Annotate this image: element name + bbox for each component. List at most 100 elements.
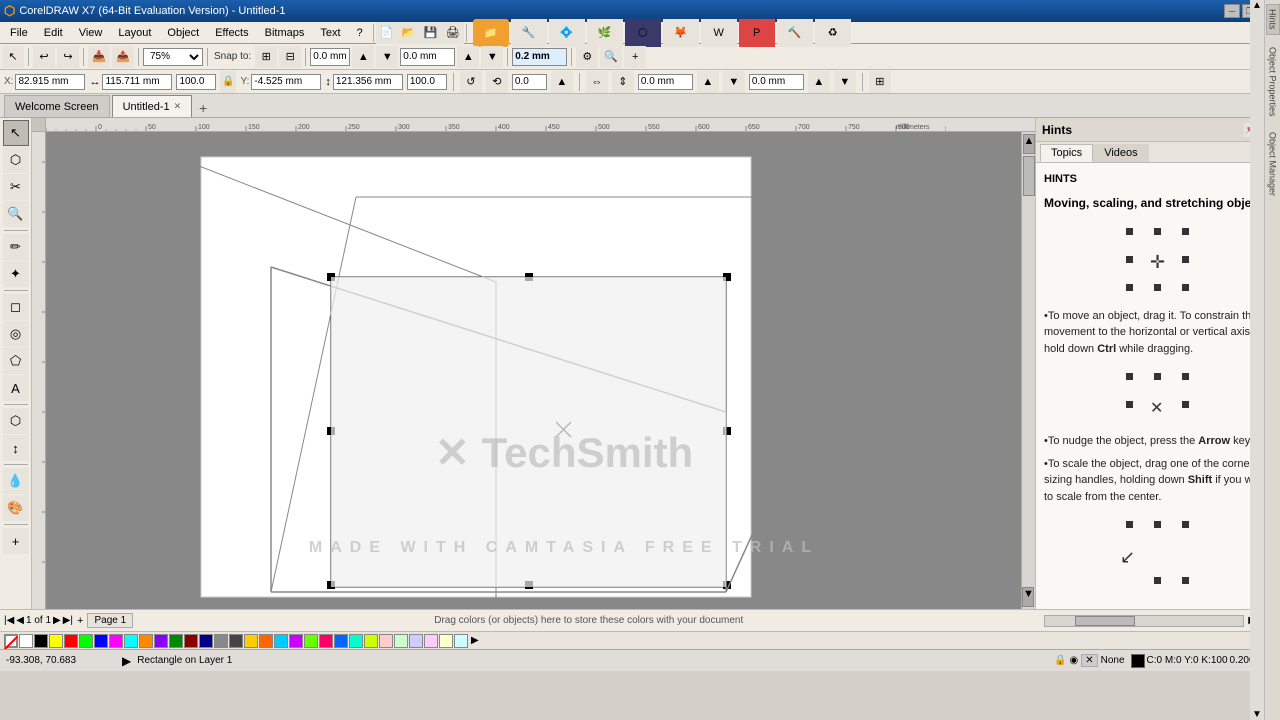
- page-first[interactable]: |◀: [4, 615, 14, 626]
- tool-text[interactable]: A: [3, 375, 29, 401]
- tb-nudge-up[interactable]: ▲: [352, 46, 374, 68]
- tool-zoom[interactable]: 🔍: [3, 201, 29, 227]
- w-input[interactable]: [102, 74, 172, 90]
- v-scrollbar[interactable]: ▲ ▼: [1021, 132, 1035, 609]
- color-yellow[interactable]: [49, 634, 63, 648]
- toolbar-app6[interactable]: 🔨: [777, 19, 813, 47]
- vtab-object-mgr[interactable]: Object Manager: [1267, 128, 1279, 200]
- color-lt-green[interactable]: [304, 634, 318, 648]
- tool-rect[interactable]: ◻: [3, 294, 29, 320]
- toolbar-print[interactable]: 🖨: [442, 22, 464, 44]
- color-orange[interactable]: [139, 634, 153, 648]
- tb-snap-grid[interactable]: ⊞: [255, 46, 277, 68]
- color-red[interactable]: [64, 634, 78, 648]
- tb-nudge-down[interactable]: ▼: [376, 46, 398, 68]
- tool-connector[interactable]: ↕: [3, 435, 29, 461]
- color-dk-blue[interactable]: [199, 634, 213, 648]
- toolbar-ppt[interactable]: P: [739, 19, 775, 47]
- color-dk-red[interactable]: [184, 634, 198, 648]
- color-green[interactable]: [79, 634, 93, 648]
- color-white[interactable]: [19, 634, 33, 648]
- page-next[interactable]: ▶: [53, 615, 61, 626]
- color-lt-cyan[interactable]: [454, 634, 468, 648]
- tb-import[interactable]: 📥: [88, 46, 110, 68]
- menu-object[interactable]: Object: [159, 25, 207, 41]
- toolbar-firefox[interactable]: 🦊: [663, 19, 699, 47]
- color-black[interactable]: [34, 634, 48, 648]
- toolbar-new[interactable]: 📄: [376, 22, 398, 44]
- w-pct-input[interactable]: [176, 74, 216, 90]
- menu-layout[interactable]: Layout: [110, 25, 159, 41]
- hints-tab-topics[interactable]: Topics: [1040, 144, 1093, 162]
- h-scroll-thumb[interactable]: [1075, 616, 1135, 626]
- toolbar-app4[interactable]: 🌿: [587, 19, 623, 47]
- tb-export[interactable]: 📤: [112, 46, 134, 68]
- toolbar-word[interactable]: W: [701, 19, 737, 47]
- color-scroll-right[interactable]: ▶: [471, 635, 479, 646]
- toolbar-save[interactable]: 💾: [420, 22, 442, 44]
- pos1-up[interactable]: ▲: [697, 71, 719, 93]
- angle-input[interactable]: [512, 74, 547, 90]
- tool-ellipse[interactable]: ◎: [3, 321, 29, 347]
- tool-crop[interactable]: ✂: [3, 174, 29, 200]
- color-violet[interactable]: [289, 634, 303, 648]
- toolbar-app5[interactable]: ⬡: [625, 19, 661, 47]
- tb-nudge2-up[interactable]: ▲: [457, 46, 479, 68]
- color-cream[interactable]: [439, 634, 453, 648]
- color-gray[interactable]: [214, 634, 228, 648]
- page-add[interactable]: +: [77, 615, 83, 627]
- play-btn[interactable]: ▶: [122, 654, 131, 668]
- mirror-h[interactable]: ⇔: [586, 71, 608, 93]
- tb-redo[interactable]: ↪: [57, 46, 79, 68]
- color-dk-orange[interactable]: [259, 634, 273, 648]
- menu-bitmaps[interactable]: Bitmaps: [257, 25, 313, 41]
- rot2-btn[interactable]: ⟲: [486, 71, 508, 93]
- v-scroll-down[interactable]: ▼: [1022, 587, 1034, 607]
- h-pct-input[interactable]: [407, 74, 447, 90]
- x-input[interactable]: [15, 74, 85, 90]
- color-lt-mint[interactable]: [394, 634, 408, 648]
- pos1-down[interactable]: ▼: [723, 71, 745, 93]
- color-dk-gray[interactable]: [229, 634, 243, 648]
- color-lt-blue[interactable]: [274, 634, 288, 648]
- color-pink2[interactable]: [424, 634, 438, 648]
- toolbar-app1[interactable]: 📁: [473, 19, 509, 47]
- none-btn[interactable]: ✕: [1081, 654, 1097, 667]
- color-cyan[interactable]: [124, 634, 138, 648]
- menu-effects[interactable]: Effects: [207, 25, 256, 41]
- align-btn[interactable]: ⊞: [869, 71, 891, 93]
- color-magenta[interactable]: [109, 634, 123, 648]
- menu-text[interactable]: Text: [312, 25, 348, 41]
- nudge-input[interactable]: [310, 48, 350, 66]
- tool-select[interactable]: ↖: [3, 120, 29, 146]
- tool-node[interactable]: ⬡: [3, 147, 29, 173]
- color-gold[interactable]: [244, 634, 258, 648]
- pos1-input[interactable]: [638, 74, 693, 90]
- menu-view[interactable]: View: [71, 25, 111, 41]
- menu-edit[interactable]: Edit: [36, 25, 71, 41]
- color-lt-pink[interactable]: [379, 634, 393, 648]
- pos2-input[interactable]: [749, 74, 804, 90]
- toolbar-open[interactable]: 📂: [398, 22, 420, 44]
- h-input[interactable]: [333, 74, 403, 90]
- color-dk-green[interactable]: [169, 634, 183, 648]
- tb-snap-guides[interactable]: ⊟: [279, 46, 301, 68]
- rot1-btn[interactable]: ↺: [460, 71, 482, 93]
- tb-nudge2-down[interactable]: ▼: [481, 46, 503, 68]
- pos2-up[interactable]: ▲: [808, 71, 830, 93]
- tb-options2[interactable]: 🔍: [600, 46, 622, 68]
- y-input[interactable]: [251, 74, 321, 90]
- color-blue[interactable]: [94, 634, 108, 648]
- toolbar-app2[interactable]: 🔧: [511, 19, 547, 47]
- tb-undo[interactable]: ↩: [33, 46, 55, 68]
- tab-close-icon[interactable]: ✕: [174, 101, 182, 112]
- vtab-object-props[interactable]: Object Properties: [1267, 118, 1279, 120]
- nudge2-input[interactable]: [400, 48, 455, 66]
- zoom-select[interactable]: 75% 50% 100% 200%: [143, 48, 203, 66]
- page-last[interactable]: ▶|: [63, 615, 73, 626]
- tb-options1[interactable]: ⚙: [576, 46, 598, 68]
- tool-eyedropper[interactable]: 🎨: [3, 495, 29, 521]
- color-cornflower[interactable]: [334, 634, 348, 648]
- hints-tab-videos[interactable]: Videos: [1093, 144, 1148, 162]
- toolbar-recycle[interactable]: ♻: [815, 19, 851, 47]
